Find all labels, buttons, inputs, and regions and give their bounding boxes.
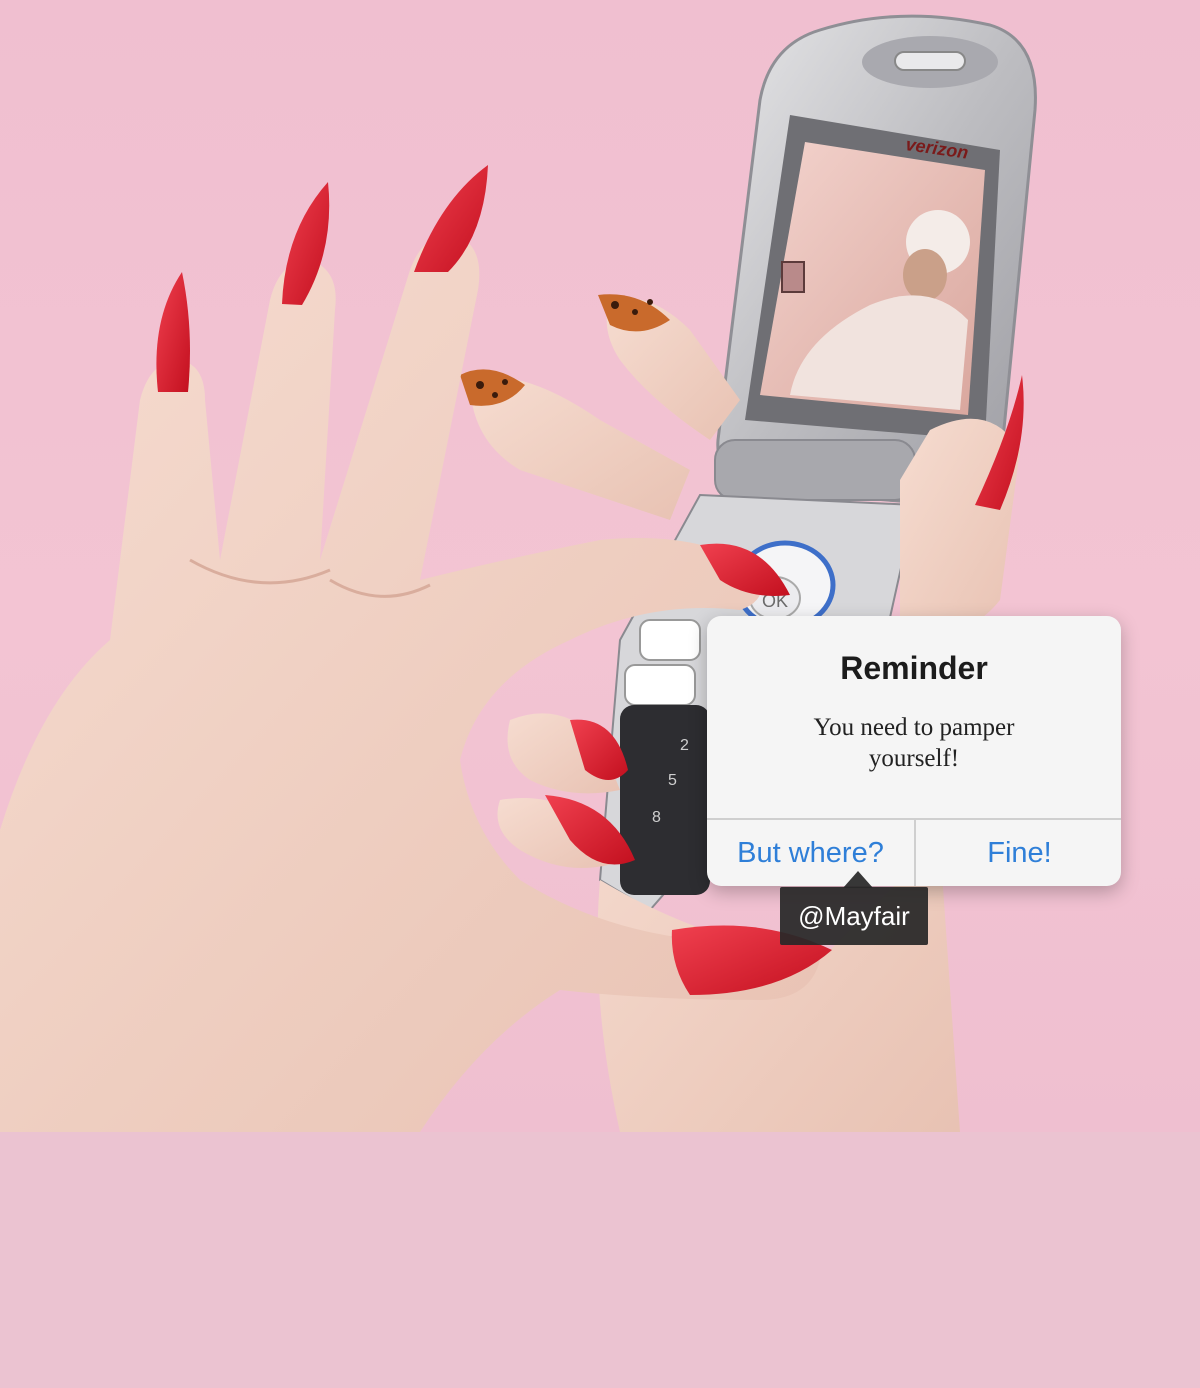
hands-and-phone-illustration: verizon OK 2 5 8 — [0, 14, 1037, 1132]
bottom-background-band — [0, 1132, 1200, 1388]
keypad-digit-2: 2 — [680, 737, 689, 754]
fine-button[interactable]: Fine! — [916, 820, 1121, 886]
tooltip-arrow — [843, 871, 873, 888]
keypad-digit-5: 5 — [668, 772, 677, 789]
dialog-message: You need to pamper yourself! — [813, 714, 1015, 772]
photo-background: verizon OK 2 5 8 — [0, 0, 1200, 1132]
mayfair-tooltip: @Mayfair — [780, 887, 928, 945]
but-where-button[interactable]: But where? — [707, 820, 914, 886]
keypad-digit-8: 8 — [652, 809, 661, 826]
reminder-dialog: Reminder You need to pamper yourself! Bu… — [707, 616, 1121, 886]
dialog-title: Reminder — [840, 650, 988, 686]
